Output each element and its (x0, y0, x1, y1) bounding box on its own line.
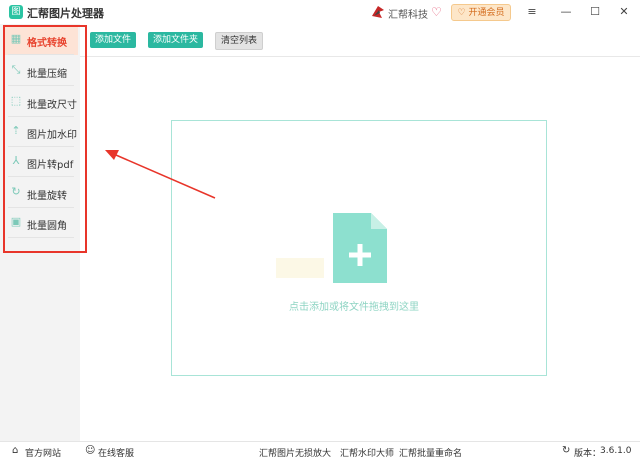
support-link[interactable]: 在线客服 (98, 446, 134, 459)
divider (8, 54, 74, 55)
version-label: 版本： (574, 449, 602, 459)
clear-list-button[interactable]: 清空列表 (215, 32, 264, 50)
watermark-overlay (276, 258, 324, 278)
website-link[interactable]: 官方网站 (25, 446, 61, 459)
compress-icon: ⤡ (11, 63, 21, 76)
sidebar-item-watermark[interactable]: ⇡ 图片加水印 (4, 117, 78, 147)
brand-logo-icon (372, 6, 384, 18)
rotate-icon: ↻ (11, 185, 21, 198)
brand-name: 汇帮科技 (388, 10, 428, 21)
add-file-button[interactable]: 添加文件 (90, 32, 137, 48)
sidebar-item-label: 批量压缩 (27, 69, 67, 80)
sidebar: ▦ 格式转换 ⤡ 批量压缩 ⬚ 批量改尺寸 ⇡ 图片加水印 ⅄ 图片转pdf ↻… (0, 24, 81, 441)
sidebar-item-label: 格式转换 (27, 38, 67, 49)
app-title: 汇帮图片处理器 (27, 7, 104, 20)
sidebar-item-label: 图片转pdf (27, 160, 74, 171)
refresh-icon: ↻ (562, 445, 571, 456)
sidebar-item-to-pdf[interactable]: ⅄ 图片转pdf (4, 147, 78, 177)
sidebar-item-rotate[interactable]: ↻ 批量旋转 (4, 178, 78, 208)
sidebar-item-format-convert[interactable]: ▦ 格式转换 (4, 25, 78, 55)
home-icon: ⌂ (12, 445, 19, 456)
link-upscale[interactable]: 汇帮图片无损放大 (259, 446, 331, 459)
sidebar-item-resize[interactable]: ⬚ 批量改尺寸 (4, 87, 78, 117)
sidebar-item-label: 批量旋转 (27, 191, 67, 202)
link-batch-rename[interactable]: 汇帮批量重命名 (399, 446, 462, 459)
app-logo-icon: 图 (9, 5, 23, 19)
sidebar-item-round-corner[interactable]: ▣ 批量圆角 (4, 208, 78, 238)
sidebar-item-label: 图片加水印 (27, 130, 77, 141)
heart-icon: ♡ (431, 5, 442, 19)
sidebar-item-compress[interactable]: ⤡ 批量压缩 (4, 56, 78, 86)
toolbar: 添加文件 添加文件夹 清空列表 (80, 24, 640, 57)
sidebar-item-label: 批量改尺寸 (27, 100, 77, 111)
add-folder-button[interactable]: 添加文件夹 (148, 32, 204, 48)
title-bar: 图 汇帮图片处理器 汇帮科技 ♡ ♡ 开通会员 ≡ — ☐ ✕ (0, 0, 640, 24)
status-bar: ⌂ 官方网站 ☺ 在线客服 汇帮图片无损放大 汇帮水印大师 汇帮批量重命名 ↻ … (0, 441, 640, 461)
sidebar-item-label: 批量圆角 (27, 221, 67, 232)
add-file-icon[interactable] (333, 213, 387, 283)
close-icon[interactable]: ✕ (613, 3, 635, 21)
minimize-icon[interactable]: — (555, 3, 577, 21)
drop-hint: 点击添加或将文件拖拽到这里 (289, 302, 419, 313)
maximize-icon[interactable]: ☐ (584, 3, 606, 21)
divider (8, 237, 74, 238)
pdf-icon: ⅄ (12, 154, 20, 167)
annotation-arrow (105, 150, 216, 199)
link-watermark-master[interactable]: 汇帮水印大师 (340, 446, 394, 459)
vip-button[interactable]: ♡ 开通会员 (451, 4, 511, 21)
divider (8, 85, 74, 86)
menu-icon[interactable]: ≡ (521, 3, 543, 21)
version-number: 3.6.1.0 (600, 446, 632, 456)
vip-button-label: 开通会员 (468, 8, 505, 18)
heart-icon: ♡ (457, 8, 466, 18)
watermark-icon: ⇡ (11, 124, 21, 137)
convert-icon: ▦ (10, 32, 22, 45)
resize-icon: ⬚ (10, 94, 22, 107)
divider (8, 176, 74, 177)
support-icon: ☺ (85, 445, 96, 456)
round-corner-icon: ▣ (10, 215, 22, 228)
